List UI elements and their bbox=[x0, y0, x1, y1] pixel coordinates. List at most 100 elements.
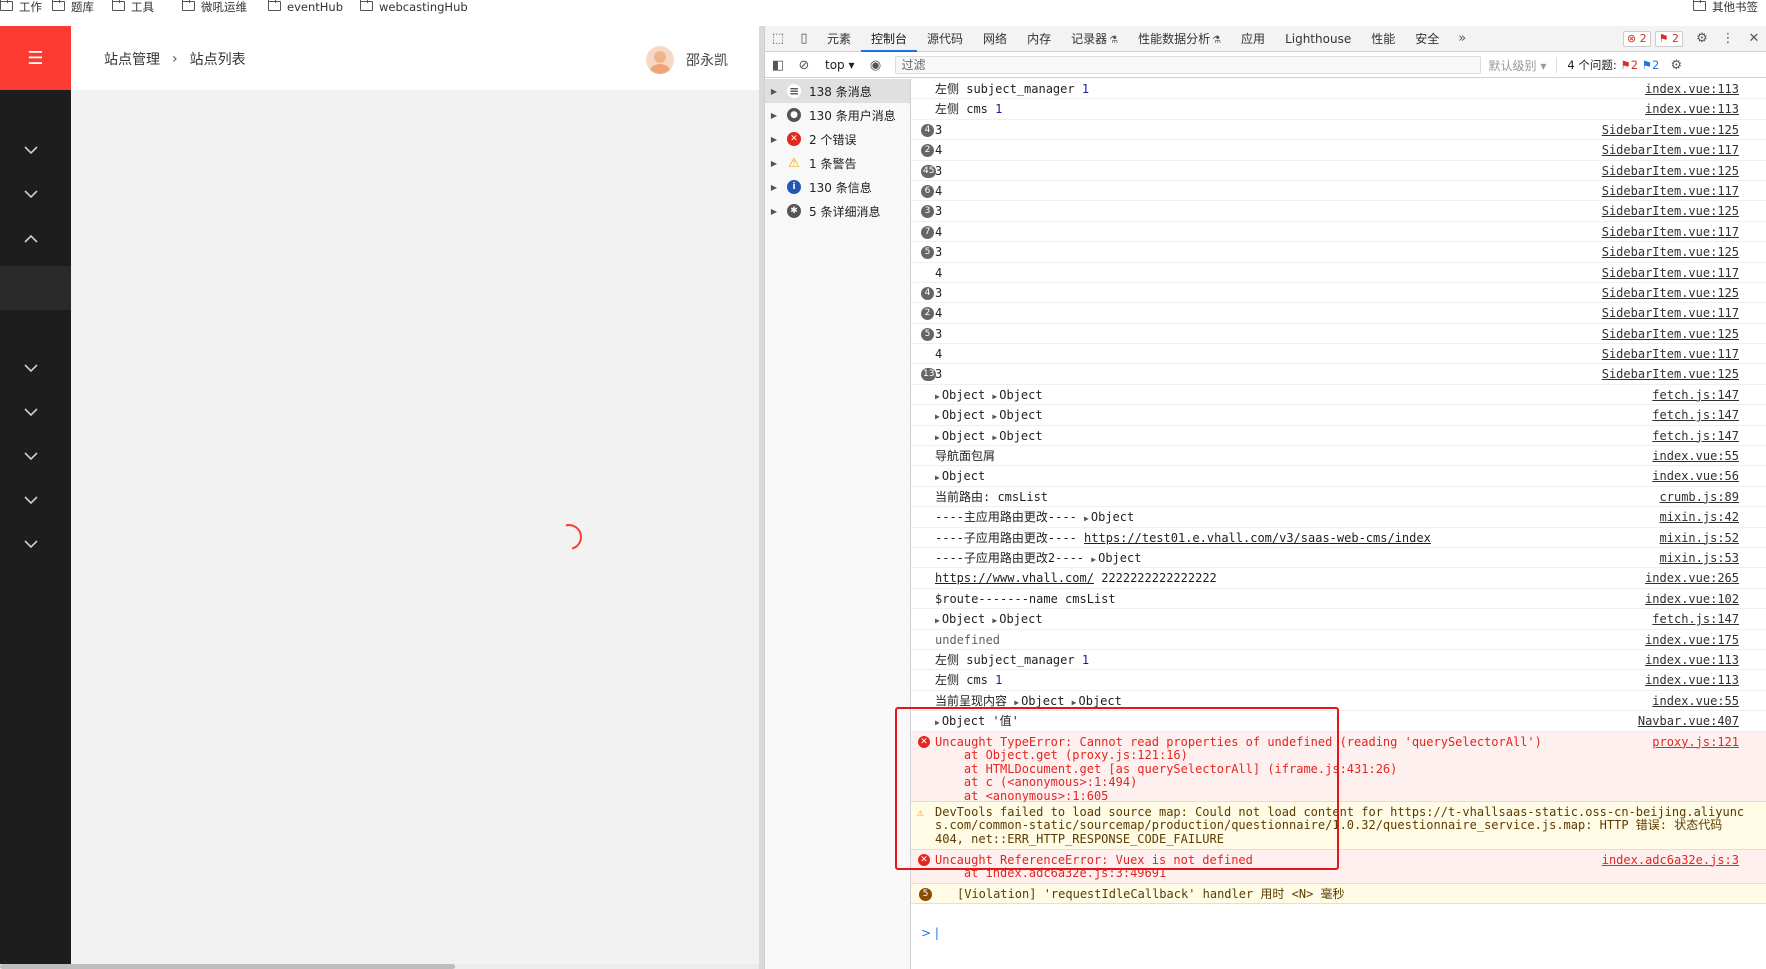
expandable-object[interactable]: ▶ Object bbox=[935, 388, 985, 402]
close-icon[interactable]: ✕ bbox=[1741, 26, 1766, 52]
chevron-down-icon[interactable] bbox=[22, 359, 40, 377]
source-link[interactable]: index.vue:102 bbox=[1645, 589, 1739, 609]
sidebar-item-warning[interactable]: ▶ ⚠ 1 条警告 bbox=[765, 151, 910, 175]
chevron-down-icon[interactable] bbox=[22, 491, 40, 509]
source-link[interactable]: fetch.js:147 bbox=[1652, 385, 1739, 405]
bookmark-folder[interactable]: webcastingHub bbox=[360, 0, 468, 14]
source-link[interactable]: index.vue:113 bbox=[1645, 650, 1739, 670]
inspect-element-icon[interactable]: ⬚ bbox=[765, 26, 791, 52]
source-link[interactable]: Navbar.vue:407 bbox=[1638, 711, 1739, 731]
source-link[interactable]: SidebarItem.vue:125 bbox=[1602, 120, 1739, 140]
sidebar-item-error[interactable]: ▶ ✕ 2 个错误 bbox=[765, 127, 910, 151]
source-link[interactable]: SidebarItem.vue:117 bbox=[1602, 222, 1739, 242]
expandable-object[interactable]: ▶ Object bbox=[935, 408, 985, 422]
user-menu[interactable]: 邵永凯 bbox=[646, 46, 728, 74]
expand-triangle-icon[interactable]: ▶ bbox=[765, 183, 783, 192]
log-link[interactable]: https://www.vhall.com/ bbox=[935, 571, 1094, 585]
source-link[interactable]: SidebarItem.vue:117 bbox=[1602, 344, 1739, 364]
expand-triangle-icon[interactable]: ▶ bbox=[765, 135, 783, 144]
bookmark-folder[interactable]: 工作 bbox=[0, 0, 42, 14]
clear-console-icon[interactable]: ⊘ bbox=[791, 52, 817, 78]
violation-entry[interactable]: 5 [Violation] 'requestIdleCallback' handl… bbox=[911, 883, 1766, 904]
horizontal-scrollbar[interactable] bbox=[0, 964, 760, 969]
tab-1[interactable]: 控制台 bbox=[861, 26, 918, 52]
source-link[interactable]: SidebarItem.vue:125 bbox=[1602, 201, 1739, 221]
source-link[interactable]: index.vue:175 bbox=[1645, 630, 1739, 650]
sidebar-item-list[interactable]: ▶ ≡ 138 条消息 bbox=[765, 79, 910, 103]
expandable-object[interactable]: ▶ Object bbox=[1084, 510, 1134, 524]
expandable-object[interactable]: ▶ Object bbox=[992, 429, 1042, 443]
bookmark-folder[interactable]: 微吼运维 bbox=[182, 0, 247, 14]
chevron-down-icon[interactable] bbox=[22, 535, 40, 553]
tab-6[interactable]: 性能数据分析 ⚗ bbox=[1128, 26, 1231, 52]
settings-gear-icon[interactable]: ⚙ bbox=[1689, 26, 1715, 52]
console-settings-gear-icon[interactable]: ⚙ bbox=[1663, 52, 1689, 78]
source-link[interactable]: index.vue:56 bbox=[1652, 466, 1739, 486]
source-link[interactable]: fetch.js:147 bbox=[1652, 609, 1739, 629]
source-link[interactable]: SidebarItem.vue:125 bbox=[1602, 161, 1739, 181]
expand-triangle-icon[interactable]: ▶ bbox=[765, 87, 783, 96]
chevron-down-icon[interactable] bbox=[22, 185, 40, 203]
nav-active-item[interactable] bbox=[0, 266, 71, 310]
tab-8[interactable]: Lighthouse bbox=[1275, 26, 1361, 52]
tab-5[interactable]: 记录器 ⚗ bbox=[1061, 26, 1128, 52]
more-tabs-icon[interactable]: » bbox=[1449, 26, 1475, 52]
source-link[interactable]: SidebarItem.vue:125 bbox=[1602, 283, 1739, 303]
tab-9[interactable]: 性能 bbox=[1361, 26, 1405, 52]
sidebar-item-verbose[interactable]: ▶ ✱ 5 条详细消息 bbox=[765, 199, 910, 223]
source-link[interactable]: SidebarItem.vue:125 bbox=[1602, 242, 1739, 262]
tab-7[interactable]: 应用 bbox=[1231, 26, 1275, 52]
tab-10[interactable]: 安全 bbox=[1405, 26, 1449, 52]
source-link[interactable]: fetch.js:147 bbox=[1652, 405, 1739, 425]
console-prompt[interactable]: > | bbox=[911, 921, 1766, 945]
expandable-object[interactable]: ▶ Object bbox=[992, 612, 1042, 626]
source-link[interactable]: crumb.js:89 bbox=[1660, 487, 1739, 507]
sidebar-item-user[interactable]: ▶ ● 130 条用户消息 bbox=[765, 103, 910, 127]
bookmark-folder[interactable]: 工具 bbox=[112, 0, 154, 14]
source-link[interactable]: proxy.js:121 bbox=[1652, 732, 1739, 752]
source-link[interactable]: index.vue:113 bbox=[1645, 79, 1739, 99]
source-link[interactable]: SidebarItem.vue:125 bbox=[1602, 364, 1739, 384]
expandable-object[interactable]: ▶ Object bbox=[1014, 694, 1064, 708]
source-link[interactable]: index.vue:55 bbox=[1652, 446, 1739, 466]
context-selector[interactable]: top ▾ bbox=[825, 58, 855, 72]
other-bookmarks[interactable]: 其他书签 bbox=[1693, 0, 1758, 14]
source-link[interactable]: SidebarItem.vue:117 bbox=[1602, 303, 1739, 323]
source-link[interactable]: mixin.js:42 bbox=[1660, 507, 1739, 527]
bookmark-folder[interactable]: 题库 bbox=[52, 0, 94, 14]
issue-count-badge[interactable]: ⚑ 2 bbox=[1654, 30, 1683, 47]
live-expression-eye-icon[interactable]: ◉ bbox=[863, 52, 889, 78]
log-level-select[interactable]: 默认级别 ▾ bbox=[1489, 57, 1547, 74]
chevron-down-icon[interactable] bbox=[22, 403, 40, 421]
source-link[interactable]: SidebarItem.vue:117 bbox=[1602, 181, 1739, 201]
expandable-object[interactable]: ▶ Object bbox=[935, 612, 985, 626]
source-link[interactable]: SidebarItem.vue:117 bbox=[1602, 140, 1739, 160]
source-link[interactable]: fetch.js:147 bbox=[1652, 426, 1739, 446]
tab-3[interactable]: 网络 bbox=[973, 26, 1017, 52]
expand-triangle-icon[interactable]: ▶ bbox=[765, 111, 783, 120]
sidebar-item-info[interactable]: ▶ i 130 条信息 bbox=[765, 175, 910, 199]
expand-triangle-icon[interactable]: ▶ bbox=[765, 207, 783, 216]
source-link[interactable]: index.vue:113 bbox=[1645, 99, 1739, 119]
source-link[interactable]: index.vue:55 bbox=[1652, 691, 1739, 711]
source-link[interactable]: SidebarItem.vue:117 bbox=[1602, 263, 1739, 283]
source-link[interactable]: SidebarItem.vue:125 bbox=[1602, 324, 1739, 344]
tab-0[interactable]: 元素 bbox=[817, 26, 861, 52]
expandable-object[interactable]: ▶ Object bbox=[935, 714, 985, 728]
source-link[interactable]: index.adc6a32e.js:3 bbox=[1602, 850, 1739, 870]
source-link[interactable]: mixin.js:52 bbox=[1660, 528, 1739, 548]
expandable-object[interactable]: ▶ Object bbox=[935, 469, 985, 483]
breadcrumb-item[interactable]: 站点管理 bbox=[104, 49, 160, 69]
expandable-object[interactable]: ▶ Object bbox=[1091, 551, 1141, 565]
expandable-object[interactable]: ▶ Object bbox=[1072, 694, 1122, 708]
expandable-object[interactable]: ▶ Object bbox=[992, 408, 1042, 422]
chevron-up-icon[interactable] bbox=[22, 229, 40, 247]
source-link[interactable]: index.vue:113 bbox=[1645, 670, 1739, 690]
chevron-down-icon[interactable] bbox=[22, 447, 40, 465]
tab-2[interactable]: 源代码 bbox=[917, 26, 973, 52]
expand-triangle-icon[interactable]: ▶ bbox=[765, 159, 783, 168]
menu-toggle-button[interactable]: ☰ bbox=[0, 26, 71, 90]
filter-input[interactable]: 过滤 bbox=[894, 56, 1481, 74]
device-toolbar-icon[interactable]: ▯ bbox=[791, 26, 817, 52]
error-count-badge[interactable]: ⊗ 2 bbox=[1622, 30, 1651, 47]
